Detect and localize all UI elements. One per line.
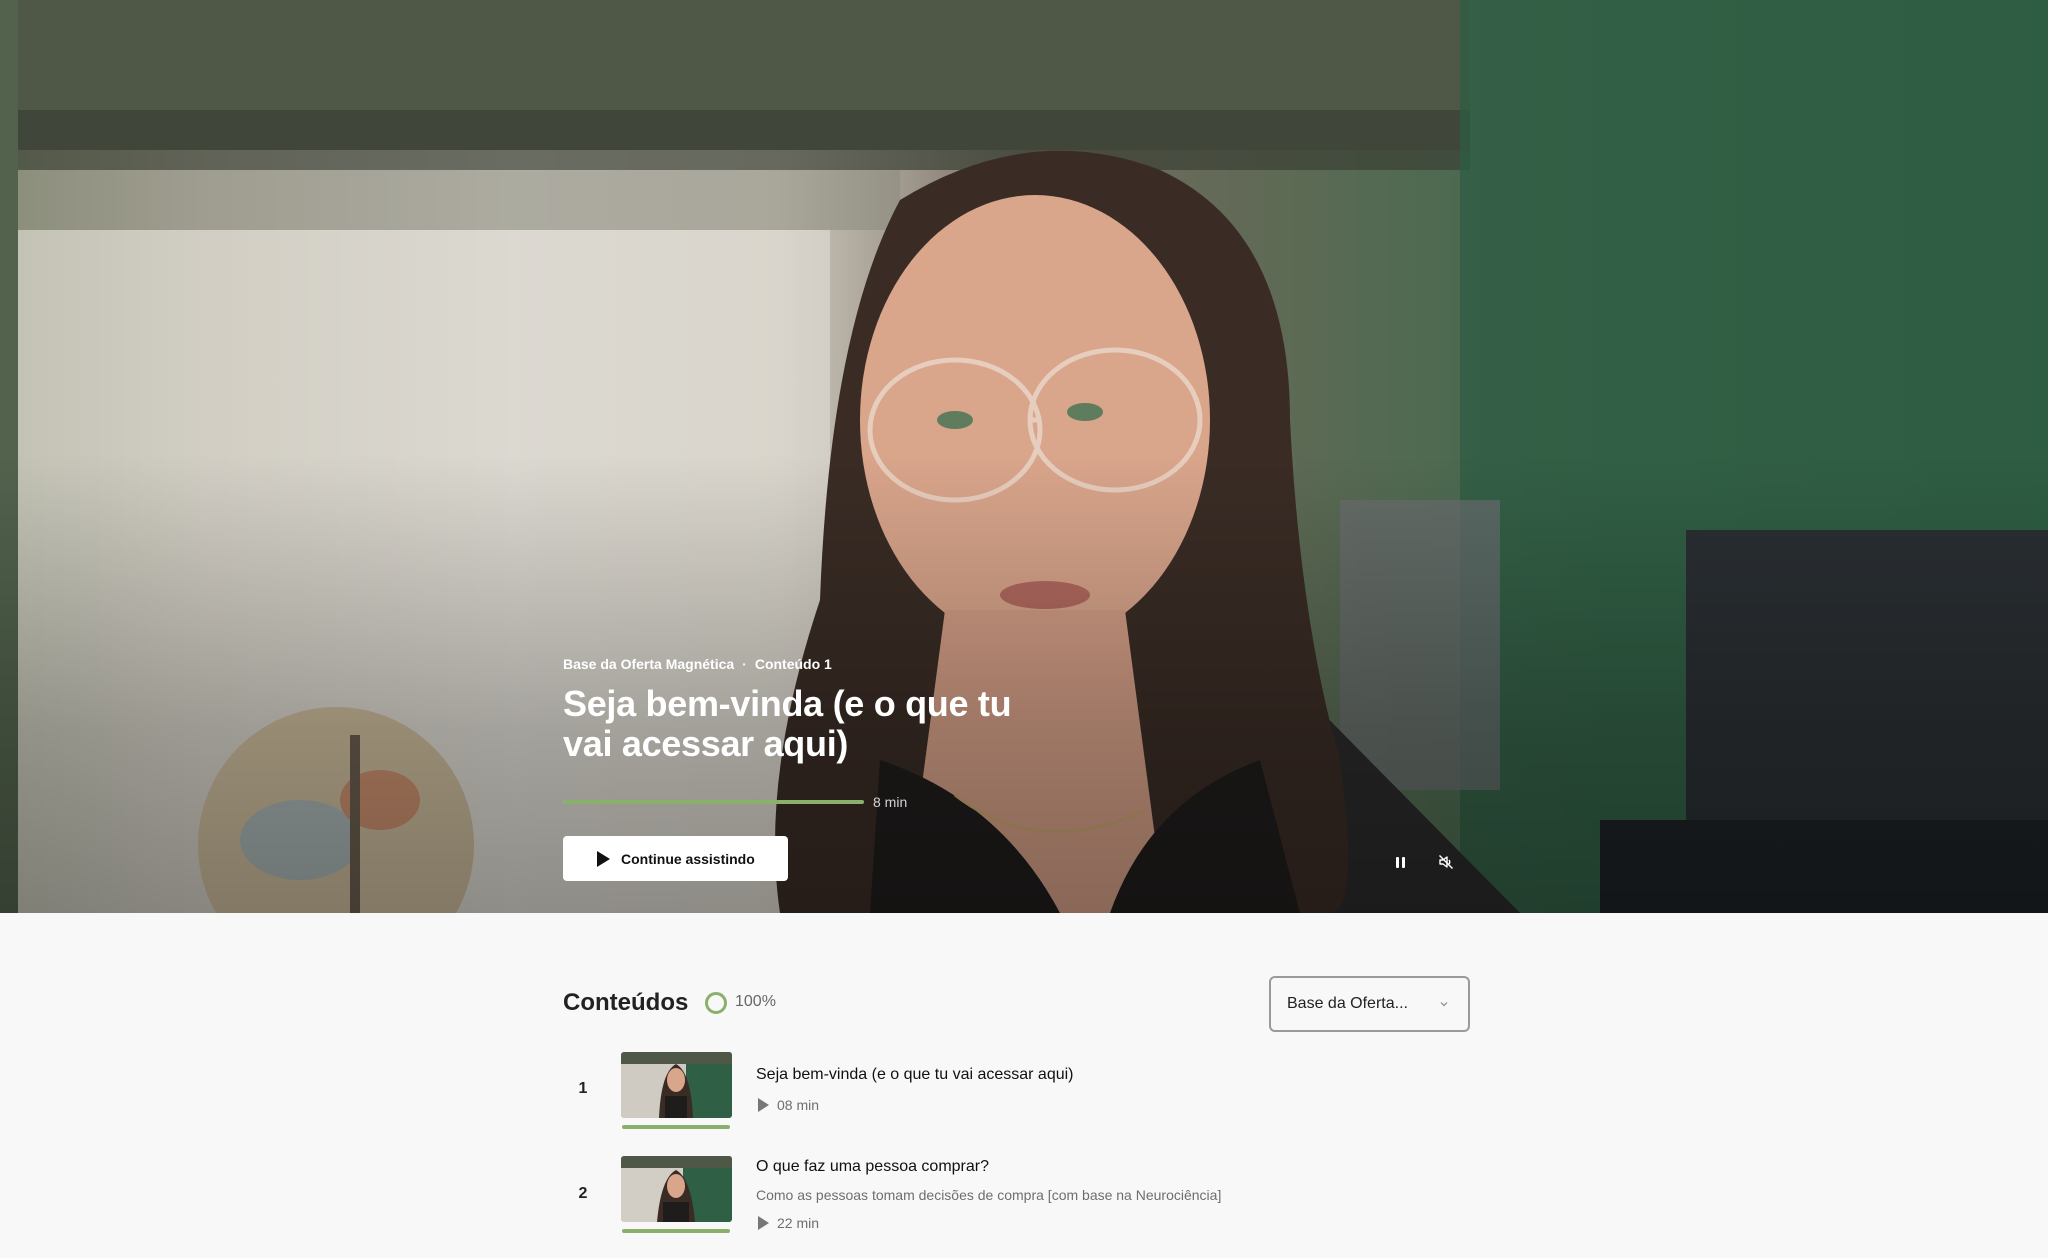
continue-watching-label: Continue assistindo: [621, 850, 755, 867]
chevron-down-icon: [1440, 1002, 1448, 1007]
thumbnail-image: [621, 1156, 732, 1222]
item-number: 1: [578, 1080, 588, 1097]
play-icon: [597, 850, 610, 867]
breadcrumb-course[interactable]: Base da Oferta Magnética: [563, 656, 734, 672]
item-thumbnail[interactable]: [621, 1156, 732, 1222]
thumbnail-image: [621, 1052, 732, 1118]
list-item[interactable]: 1 Seja bem-vinda (e o que tu vai acessar…: [563, 1050, 1470, 1154]
video-duration: 8 min: [873, 794, 908, 810]
item-meta: 08 min: [758, 1097, 819, 1113]
item-subtitle: Como as pessoas tomam decisões de compra…: [756, 1187, 1222, 1203]
play-icon: [758, 1098, 769, 1112]
breadcrumb-item: Conteúdo 1: [754, 656, 832, 672]
pause-button[interactable]: [1388, 850, 1412, 874]
contents-header: Conteúdos 100% Base da Oferta...: [563, 976, 1470, 1032]
video-title: Seja bem-vinda (e o que tu vai acessar a…: [563, 683, 1012, 764]
hero-video[interactable]: Base da Oferta Magnética · Conteúdo 1 Se…: [0, 0, 2048, 913]
item-meta: 22 min: [758, 1215, 819, 1231]
item-thumbnail[interactable]: [621, 1052, 732, 1118]
item-number: 2: [578, 1185, 588, 1202]
video-progress-track: [563, 800, 864, 804]
continue-watching-button[interactable]: Continue assistindo: [563, 836, 788, 881]
progress-ring-icon: [705, 992, 727, 1014]
volume-muted-icon: [1439, 855, 1453, 869]
module-select[interactable]: Base da Oferta...: [1269, 976, 1470, 1032]
breadcrumb: Base da Oferta Magnética · Conteúdo 1: [563, 656, 1083, 672]
video-progress: 8 min: [563, 794, 1083, 810]
contents-progress-percent: 100%: [735, 993, 776, 1010]
list-item[interactable]: 2 O que faz uma pessoa comprar? Como as …: [563, 1154, 1470, 1258]
item-title[interactable]: Seja bem-vinda (e o que tu vai acessar a…: [756, 1066, 1074, 1084]
play-icon: [758, 1216, 769, 1230]
item-duration: 08 min: [777, 1097, 820, 1113]
module-select-value: Base da Oferta...: [1287, 995, 1408, 1012]
item-progress-bar: [622, 1229, 730, 1233]
item-duration: 22 min: [777, 1215, 820, 1231]
hero-info: Base da Oferta Magnética · Conteúdo 1 Se…: [563, 656, 1083, 881]
mute-button[interactable]: [1434, 850, 1458, 874]
contents-list: 1 Seja bem-vinda (e o que tu vai acessar…: [563, 1050, 1470, 1258]
pause-icon: [1395, 856, 1405, 868]
contents-title: Conteúdos: [563, 989, 689, 1016]
breadcrumb-separator: ·: [742, 656, 747, 672]
video-progress-fill: [563, 800, 864, 804]
item-title[interactable]: O que faz uma pessoa comprar?: [756, 1158, 989, 1176]
item-progress-bar: [622, 1125, 730, 1129]
